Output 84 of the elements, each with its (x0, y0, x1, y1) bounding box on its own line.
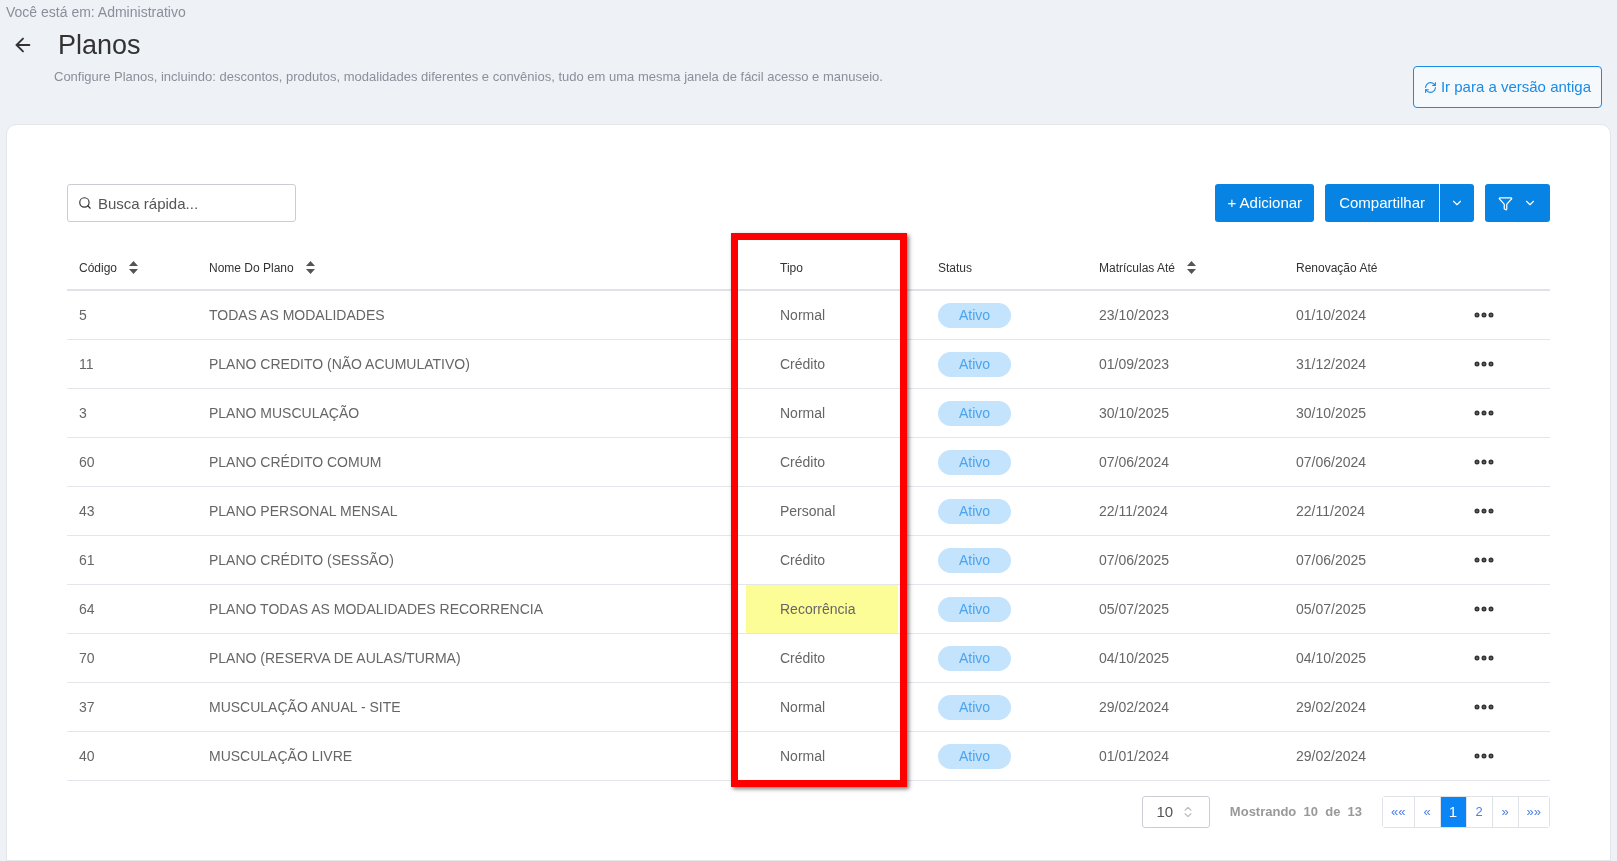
table-cell-text: 07/06/2025 (1098, 550, 1171, 570)
column-header: Matrículas Até (1099, 259, 1176, 277)
table-cell-text: PLANO (RESERVA DE AULAS/TURMA) (208, 648, 462, 668)
type-cell: Recorrência (746, 585, 898, 633)
table-cell-text: PLANO MUSCULAÇÃO (208, 403, 361, 423)
type-cell-text: Crédito (779, 648, 827, 668)
status-badge: Ativo (938, 694, 1012, 720)
table-cell-text: TODAS AS MODALIDADES (208, 305, 386, 325)
table-cell-text: MUSCULAÇÃO ANUAL - SITE (208, 697, 402, 717)
pagination-button[interactable]: «« (1383, 797, 1415, 827)
table-cell-text: 31/12/2024 (1295, 354, 1368, 374)
filter-icon (1498, 195, 1513, 211)
page-title: Planos (58, 29, 141, 61)
refresh-icon (1423, 80, 1437, 94)
table-cell-text: 40 (78, 746, 96, 766)
column-header: Código (79, 259, 118, 277)
status-badge: Ativo (938, 400, 1012, 426)
table-cell-text: 29/02/2024 (1295, 697, 1368, 717)
table-cell-text: 11 (78, 354, 95, 374)
table-cell-text: 04/10/2025 (1098, 648, 1171, 668)
status-badge: Ativo (938, 302, 1012, 328)
column-header: Tipo (780, 259, 803, 277)
sort-icon[interactable] (1187, 261, 1197, 274)
status-badge: Ativo (938, 645, 1012, 671)
table-cell-text: PLANO CREDITO (NÃO ACUMULATIVO) (208, 354, 471, 374)
table-cell-text: PLANO CRÉDITO (SESSÃO) (208, 550, 395, 570)
page-description: Configure Planos, incluindo: descontos, produtos, modalidades diferentes e convênios, tudo em uma mesma janela de fácil acesso e manuseio. (54, 68, 884, 86)
table-cell-text: 22/11/2024 (1295, 501, 1367, 521)
pagination-button[interactable]: 1 (1440, 797, 1467, 827)
status-badge: Ativo (938, 743, 1012, 769)
type-cell-text: Crédito (779, 354, 827, 374)
breadcrumb: Você está em: Administrativo (6, 3, 187, 21)
table-cell-text: 07/06/2024 (1098, 452, 1171, 472)
table-cell-text: 29/02/2024 (1295, 746, 1368, 766)
table-cell-text: 01/09/2023 (1098, 354, 1171, 374)
status-badge: Ativo (938, 449, 1012, 475)
table-cell-text: PLANO CRÉDITO COMUM (208, 452, 383, 472)
showing-count: Mostrando 10 de 13 (1229, 803, 1363, 822)
type-cell-text: Normal (779, 403, 827, 423)
table-cell-text: 43 (78, 501, 96, 521)
type-cell-text: Normal (779, 697, 827, 717)
table-cell-text: 60 (78, 452, 96, 472)
sort-icon[interactable] (129, 261, 139, 274)
status-badge: Ativo (938, 498, 1012, 524)
filter-button[interactable] (1485, 184, 1550, 222)
column-header: Nome Do Plano (209, 259, 294, 277)
table-cell-text: PLANO TODAS AS MODALIDADES RECORRENCIA (208, 599, 544, 619)
table-cell-text: 07/06/2024 (1295, 452, 1368, 472)
add-button[interactable]: + Adicionar (1215, 184, 1315, 222)
table-cell-text: 3 (78, 403, 88, 423)
share-button[interactable]: Compartilhar (1325, 184, 1440, 222)
table-cell-text: 30/10/2025 (1098, 403, 1171, 423)
type-cell-text: Normal (779, 746, 827, 766)
type-cell-text: Crédito (779, 452, 827, 472)
table-cell-text: 37 (78, 697, 96, 717)
type-cell-text: Personal (779, 501, 837, 521)
search-field[interactable]: Busca rápida... (67, 184, 296, 222)
table-cell-text: PLANO PERSONAL MENSAL (208, 501, 399, 521)
table-cell-text: 04/10/2025 (1295, 648, 1368, 668)
search-icon (78, 196, 92, 210)
sort-icon[interactable] (305, 261, 315, 274)
table-cell-text: 07/06/2025 (1295, 550, 1368, 570)
status-badge: Ativo (938, 596, 1012, 622)
table-cell-text: 05/07/2025 (1295, 599, 1368, 619)
table-cell-text: 29/02/2024 (1098, 697, 1171, 717)
table-cell-text: 23/10/2023 (1098, 305, 1171, 325)
page-size-field[interactable]: 10 (1141, 796, 1210, 828)
type-cell-text: Crédito (779, 550, 827, 570)
table-cell-text: 61 (78, 550, 96, 570)
table-cell-text: 64 (78, 599, 96, 619)
table-cell-text: 22/11/2024 (1098, 501, 1170, 521)
table-cell-text: 5 (78, 305, 88, 325)
column-header: Renovação Até (1296, 259, 1378, 277)
status-badge: Ativo (938, 547, 1012, 573)
table-cell-text: 30/10/2025 (1295, 403, 1368, 423)
type-cell-text: Normal (779, 305, 827, 325)
table-cell-text: 01/01/2024 (1098, 746, 1171, 766)
table-cell-text: MUSCULAÇÃO LIVRE (208, 746, 354, 766)
table-cell-text: 01/10/2024 (1295, 305, 1368, 325)
table-cell-text: 05/07/2025 (1098, 599, 1171, 619)
column-header: Status (938, 259, 973, 277)
old-version-button[interactable]: Ir para a versão antiga (1412, 66, 1602, 108)
table-cell-text: 70 (78, 648, 96, 668)
status-badge: Ativo (938, 351, 1012, 377)
